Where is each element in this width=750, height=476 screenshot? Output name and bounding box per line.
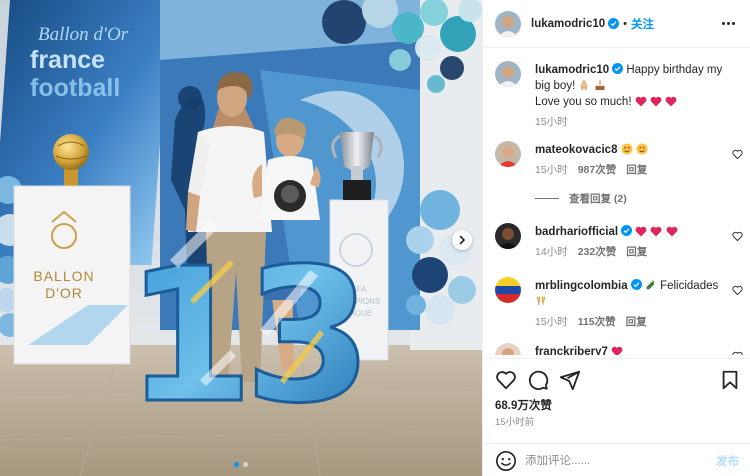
- board-brand-3: football: [30, 74, 120, 102]
- cake-icon: [595, 80, 605, 90]
- reply-button[interactable]: 回复: [626, 244, 647, 260]
- comment-avatar[interactable]: [495, 343, 521, 355]
- verified-badge-icon: [621, 225, 633, 236]
- red-heart-icon: [650, 96, 662, 107]
- slide-dot: [243, 462, 248, 467]
- post-comment-button[interactable]: 发布: [716, 453, 739, 469]
- comment-bubble-icon[interactable]: [527, 369, 549, 391]
- photo-scene: Ballon d'Or france football BALLON D'OR …: [0, 0, 482, 476]
- verified-badge-icon: [612, 63, 624, 74]
- pedestal-text-1: BALLON: [33, 268, 94, 284]
- caption-username[interactable]: lukamodric10: [535, 64, 609, 76]
- praying-hands-icon: [581, 79, 588, 91]
- verified-badge-icon: [630, 279, 642, 290]
- post-panel: lukamodric10 • 关注 lukamodric10 Happy bir…: [482, 0, 750, 476]
- more-dot: [732, 22, 735, 25]
- more-dot: [722, 22, 725, 25]
- red-heart-icon: [611, 346, 623, 355]
- number-13-text: 13: [125, 228, 362, 444]
- like-comment-heart-icon[interactable]: [732, 351, 743, 355]
- comment-avatar[interactable]: [495, 141, 521, 167]
- number-13-sign: 13: [124, 220, 374, 446]
- comment-body: franckribery7: [535, 344, 731, 355]
- like-heart-icon[interactable]: [495, 369, 517, 391]
- comment-meta: 14小时 232次赞 回复: [535, 244, 731, 260]
- follow-button[interactable]: 关注: [631, 16, 654, 32]
- comment-composer: 发布: [483, 443, 750, 476]
- more-dot: [727, 22, 730, 25]
- comment-meta: 15小时 987次赞 回复: [535, 162, 731, 178]
- instagram-post-view: Ballon d'Or france football BALLON D'OR …: [0, 0, 750, 476]
- champagne-bottle-icon: [646, 280, 655, 290]
- post-age: 15小时前: [495, 417, 535, 428]
- comment-text: Felicidades: [660, 280, 719, 292]
- more-options-button[interactable]: [718, 18, 739, 29]
- comment-meta: 15小时 115次赞 回复: [535, 314, 731, 330]
- emoji-smiley-icon[interactable]: [495, 450, 517, 472]
- caption-meta: 15小时: [535, 114, 731, 130]
- comment-input[interactable]: [525, 454, 716, 467]
- comment-time: 14小时: [535, 246, 568, 258]
- red-heart-icon: [665, 96, 677, 107]
- caption-avatar[interactable]: [495, 61, 521, 87]
- red-heart-icon: [635, 96, 647, 107]
- post-header: lukamodric10 • 关注: [483, 0, 750, 48]
- red-heart-icon: [666, 226, 678, 237]
- heart-eyes-emoji-icon: [636, 143, 648, 155]
- comment-body: badrhariofficial 14小时 232次赞 回复: [535, 224, 731, 260]
- ballon-dor-pedestal: BALLON D'OR: [13, 185, 131, 365]
- comment-avatar[interactable]: [495, 223, 521, 249]
- caption-text-2: Love you so much!: [535, 96, 632, 108]
- pedestal-text-2: D'OR: [45, 285, 83, 301]
- comment-likes[interactable]: 987次赞: [578, 162, 617, 178]
- like-comment-heart-icon[interactable]: [732, 149, 743, 160]
- replies-line: [535, 198, 559, 199]
- red-heart-icon: [651, 226, 662, 237]
- comment-row: badrhariofficial 14小时 232次赞 回复: [495, 223, 743, 267]
- likes-count[interactable]: 68.9万次赞: [495, 397, 552, 413]
- reply-button[interactable]: 回复: [626, 314, 647, 330]
- like-comment-heart-icon[interactable]: [732, 285, 743, 296]
- comment-username[interactable]: badrhariofficial: [535, 226, 618, 238]
- comment-row: franckribery7: [495, 343, 743, 355]
- header-separator: •: [623, 17, 628, 30]
- comment-body: mateokovacic8 15小时 987次赞 回复: [535, 142, 731, 178]
- post-photo[interactable]: Ballon d'Or france football BALLON D'OR …: [0, 0, 482, 476]
- view-replies-button[interactable]: 查看回复 (2): [535, 191, 627, 206]
- comments-list[interactable]: lukamodric10 Happy birthday my big boy! …: [483, 49, 750, 355]
- author-username[interactable]: lukamodric10: [531, 18, 605, 30]
- bookmark-icon[interactable]: [719, 369, 741, 391]
- board-brand-2: france: [30, 46, 105, 74]
- comment-row: mateokovacic8 15小时 987次赞 回复: [495, 141, 743, 185]
- comment-likes[interactable]: 115次赞: [578, 314, 616, 330]
- comment-username[interactable]: franckribery7: [535, 346, 608, 355]
- board-brand-1: Ballon d'Or: [38, 24, 129, 45]
- action-icons: [495, 369, 741, 393]
- share-send-icon[interactable]: [559, 369, 581, 391]
- slide-dot-active: [234, 462, 239, 467]
- reply-button[interactable]: 回复: [626, 162, 647, 178]
- clinking-glasses-icon: [536, 296, 546, 305]
- comment-username[interactable]: mrblingcolombia: [535, 280, 628, 292]
- slide-indicator: [0, 462, 482, 467]
- verified-badge-icon: [608, 18, 620, 29]
- heart-eyes-emoji-icon: [621, 143, 633, 155]
- caption-time: 15小时: [535, 116, 568, 128]
- comment-username[interactable]: mateokovacic8: [535, 144, 617, 156]
- comment-time: 15小时: [535, 316, 568, 328]
- comment-avatar[interactable]: [495, 277, 521, 303]
- like-comment-heart-icon[interactable]: [732, 231, 743, 242]
- comment-body: mrblingcolombia Felicidades 15小时 115次赞 回…: [535, 278, 731, 330]
- comment-row: mrblingcolombia Felicidades 15小时 115次赞 回…: [495, 277, 743, 328]
- next-slide-button[interactable]: [452, 230, 472, 250]
- red-heart-icon: [635, 226, 647, 237]
- comment-likes[interactable]: 232次赞: [578, 244, 617, 260]
- caption-body: lukamodric10 Happy birthday my big boy! …: [535, 62, 731, 130]
- caption-row: lukamodric10 Happy birthday my big boy! …: [495, 61, 743, 131]
- view-replies-label: 查看回复 (2): [569, 193, 627, 205]
- comment-time: 15小时: [535, 164, 568, 176]
- chevron-right-icon: [459, 235, 465, 245]
- author-avatar[interactable]: [495, 10, 521, 37]
- post-actions: 68.9万次赞 15小时前 发布: [483, 358, 750, 476]
